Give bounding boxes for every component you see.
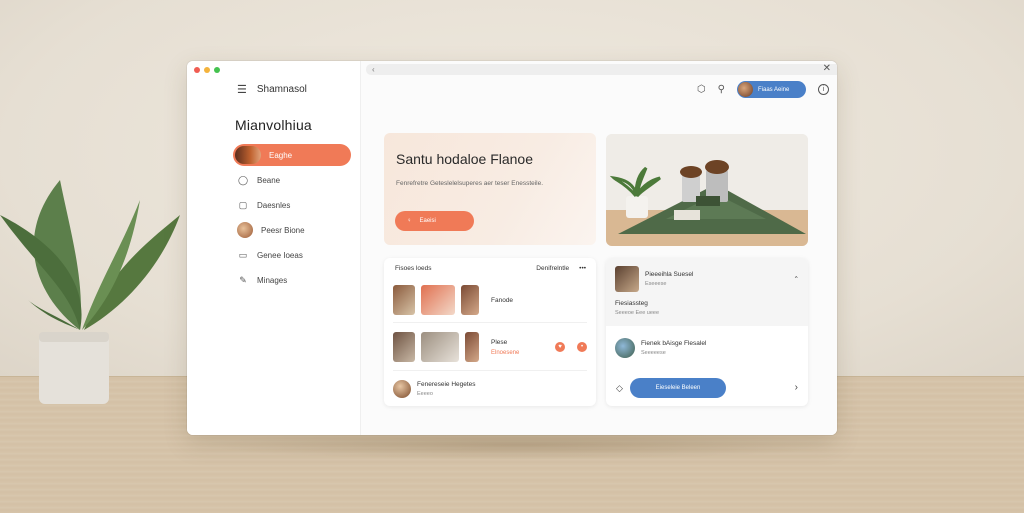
list-item-tag: Elnoesene	[491, 349, 520, 356]
sidebar-item-3[interactable]: Peesr Bione	[233, 219, 351, 241]
document-icon: ▭	[238, 249, 248, 260]
more-action-icon[interactable]: •	[577, 342, 587, 352]
minimize-dot[interactable]	[204, 67, 210, 73]
message-row[interactable]: Pieeeihla Suesel Eseeese ⌃	[615, 266, 799, 292]
sidebar-menu-label: Shamnasol	[256, 84, 307, 95]
message-row[interactable]: Fiesiassteg Seeeoe Eee ueee	[615, 300, 799, 316]
more-icon[interactable]: •••	[579, 265, 586, 272]
message-icon: ▢	[238, 199, 248, 210]
message-row[interactable]: Fienek bAisge Flesalel Seeeeese	[615, 338, 799, 358]
list-item-label: Fanode	[491, 296, 514, 304]
message-sub: Seeeeese	[641, 350, 666, 356]
sidebar-item-label: Genee Ioeas	[257, 250, 303, 260]
hero-title: Santu hodaloe Flanoe	[396, 151, 533, 167]
feed-header-left: Fisoes loeds	[395, 265, 432, 272]
hero-button[interactable]: ♀ Eaeisi	[395, 211, 474, 231]
sidebar-item-label: Peesr Bione	[261, 225, 305, 235]
sidebar-item-2[interactable]: ▢ Daesnles	[233, 194, 351, 216]
info-icon[interactable]: i	[818, 84, 829, 95]
message-title: Fienek bAisge Flesalel	[641, 340, 707, 347]
sidebar-item-0[interactable]: Eaghe	[233, 144, 351, 166]
sidebar-item-4[interactable]: ▭ Genee Ioeas	[233, 244, 351, 266]
hero-card: Santu hodaloe Flanoe Fenrefretre Getesle…	[384, 133, 596, 245]
thumbnail	[393, 285, 415, 315]
hero-text: Fenrefretre Geteslelelsuperes aer teser …	[396, 180, 544, 187]
close-dot[interactable]	[194, 67, 200, 73]
sidebar-item-1[interactable]: ◯ Beane	[233, 169, 351, 191]
shield-icon[interactable]: ⬡	[697, 84, 706, 95]
top-toolbar: ⬡ ⚲ Fiaas Aeine i	[697, 81, 829, 98]
avatar	[615, 266, 639, 292]
list-item-sub: Eeeeo	[417, 391, 433, 397]
feed-header-right[interactable]: Denifrelntle	[536, 265, 569, 272]
feed-card: Fisoes loeds Denifrelntle ••• Fanode Ple…	[384, 258, 596, 406]
sidebar-title: Mianvolhiua	[235, 117, 312, 133]
product-photo	[606, 134, 808, 246]
thumbnail	[421, 332, 459, 362]
primary-action-button[interactable]: Eieseleie Beleen	[630, 378, 726, 398]
sidebar-item-label: Beane	[257, 175, 281, 185]
avatar	[393, 380, 411, 398]
app-window: ☰ Shamnasol Mianvolhiua Eaghe ◯ Beane ▢ …	[187, 61, 837, 435]
sidebar-item-label: Minages	[257, 275, 288, 285]
thumbnail	[465, 332, 479, 362]
user-pill[interactable]: Fiaas Aeine	[737, 81, 806, 98]
window-controls	[194, 67, 220, 73]
thumbnail	[421, 285, 455, 315]
hamburger-menu-icon[interactable]: ☰	[237, 83, 247, 96]
message-sub: Seeeoe Eee ueee	[615, 310, 660, 316]
close-icon[interactable]: ✕	[823, 63, 831, 74]
chevron-right-icon[interactable]: ›	[795, 382, 798, 393]
list-item[interactable]: Fenereseie Hegetes Eeeeo	[393, 376, 587, 402]
sidebar-nav: Eaghe ◯ Beane ▢ Daesnles Peesr Bione ▭ G…	[233, 144, 351, 294]
chat-icon: ◯	[237, 174, 249, 185]
plant-illustration	[0, 180, 180, 404]
avatar	[615, 338, 635, 358]
message-title: Fiesiassteg	[615, 300, 648, 307]
compass-icon[interactable]: ◇	[616, 383, 623, 394]
sidebar: ☰ Shamnasol Mianvolhiua Eaghe ◯ Beane ▢ …	[187, 61, 361, 435]
sidebar-item-label: Eaghe	[269, 150, 293, 160]
message-sub: Eseeese	[645, 281, 667, 287]
address-bar[interactable]: ‹	[366, 64, 837, 75]
maximize-dot[interactable]	[214, 67, 220, 73]
message-title: Pieeeihla Suesel	[645, 271, 694, 278]
user-label: Fiaas Aeine	[758, 86, 790, 93]
feed-header: Fisoes loeds Denifrelntle •••	[395, 265, 586, 272]
thumbnail	[393, 332, 415, 362]
avatar	[738, 82, 753, 97]
list-item-label: Fenereseie Hegetes	[417, 381, 476, 388]
list-item-label: Plese	[491, 338, 508, 346]
sidebar-item-5[interactable]: ✎ Minages	[233, 269, 351, 291]
thumbnail	[461, 285, 479, 315]
search-icon[interactable]: ⚲	[718, 84, 725, 95]
hero-button-label: Eaeisi	[419, 218, 436, 224]
main-content: ‹ ✕ ⬡ ⚲ Fiaas Aeine i Santu hodaloe Flan…	[361, 61, 837, 435]
list-item[interactable]: Plese Elnoesene ♥ •	[393, 324, 587, 371]
list-item[interactable]: Fanode	[393, 278, 587, 323]
sidebar-item-label: Daesnles	[257, 200, 291, 210]
heart-icon[interactable]: ♥	[555, 342, 565, 352]
avatar-icon	[235, 146, 261, 164]
chevron-up-icon[interactable]: ⌃	[794, 275, 799, 283]
avatar-icon	[237, 222, 253, 238]
sidebar-menu[interactable]: ☰ Shamnasol	[237, 83, 307, 96]
plus-icon: ♀	[407, 218, 412, 224]
back-arrow-icon[interactable]: ‹	[372, 65, 375, 74]
pencil-icon: ✎	[239, 274, 247, 285]
messages-card: Pieeeihla Suesel Eseeese ⌃ Fiesiassteg S…	[606, 258, 808, 406]
